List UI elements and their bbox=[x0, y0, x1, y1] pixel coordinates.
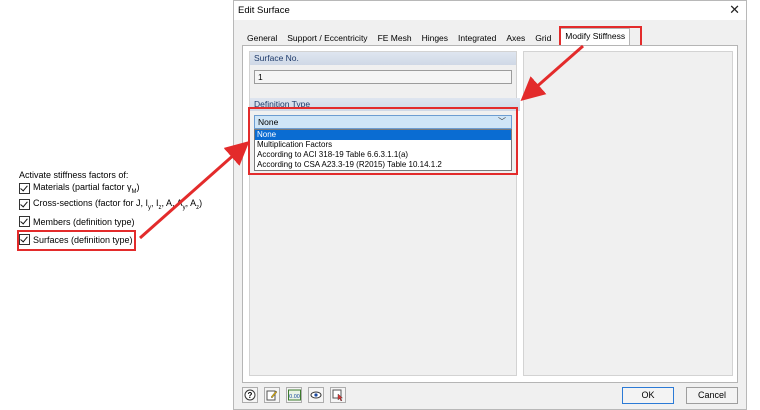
dropdown-highlight-box bbox=[248, 107, 518, 175]
stiffness-activation-panel: Activate stiffness factors of: Materials… bbox=[0, 0, 232, 410]
surfaces-highlight-box bbox=[17, 230, 136, 251]
members-label: Members (definition type) bbox=[33, 216, 135, 227]
modify-stiffness-highlight-box bbox=[559, 26, 642, 47]
dialog-titlebar: Edit Surface ✕ bbox=[234, 1, 746, 20]
edit-icon bbox=[266, 390, 278, 401]
members-checkbox[interactable] bbox=[19, 216, 30, 227]
edit-surface-dialog: Edit Surface ✕ General Support / Eccentr… bbox=[233, 0, 747, 410]
settings-column: Surface No. 1 Definition Type None ﹀ Non… bbox=[249, 51, 520, 376]
tab-page: Surface No. 1 Definition Type None ﹀ Non… bbox=[242, 45, 738, 383]
svg-text:?: ? bbox=[248, 391, 253, 400]
units-icon: 0.00 bbox=[287, 389, 301, 401]
materials-label: Materials (partial factor γM) bbox=[33, 182, 140, 195]
select-button[interactable] bbox=[330, 387, 346, 403]
ok-button[interactable]: OK bbox=[622, 387, 674, 404]
select-icon bbox=[332, 389, 344, 401]
cancel-button[interactable]: Cancel bbox=[686, 387, 738, 404]
cross-sections-label: Cross-sections (factor for J, Iy, Iz, A,… bbox=[33, 198, 203, 211]
members-option[interactable]: Members (definition type) bbox=[19, 215, 135, 228]
cross-sections-option[interactable]: Cross-sections (factor for J, Iy, Iz, A,… bbox=[19, 198, 202, 211]
view-icon bbox=[310, 391, 322, 399]
view-button[interactable] bbox=[308, 387, 324, 403]
units-button[interactable]: 0.00 bbox=[286, 387, 302, 403]
stiffness-heading: Activate stiffness factors of: bbox=[19, 170, 129, 180]
help-button[interactable]: ? bbox=[242, 387, 258, 403]
surface-no-header: Surface No. bbox=[250, 52, 516, 65]
svg-text:0.00: 0.00 bbox=[289, 394, 300, 400]
preview-column bbox=[523, 51, 733, 376]
materials-checkbox[interactable] bbox=[19, 183, 30, 194]
cross-sections-checkbox[interactable] bbox=[19, 199, 30, 210]
close-icon[interactable]: ✕ bbox=[729, 2, 740, 18]
edit-button[interactable] bbox=[264, 387, 280, 403]
surface-no-field[interactable]: 1 bbox=[254, 70, 512, 84]
materials-option[interactable]: Materials (partial factor γM) bbox=[19, 182, 140, 195]
dialog-title: Edit Surface bbox=[238, 5, 290, 16]
help-icon: ? bbox=[244, 389, 256, 401]
